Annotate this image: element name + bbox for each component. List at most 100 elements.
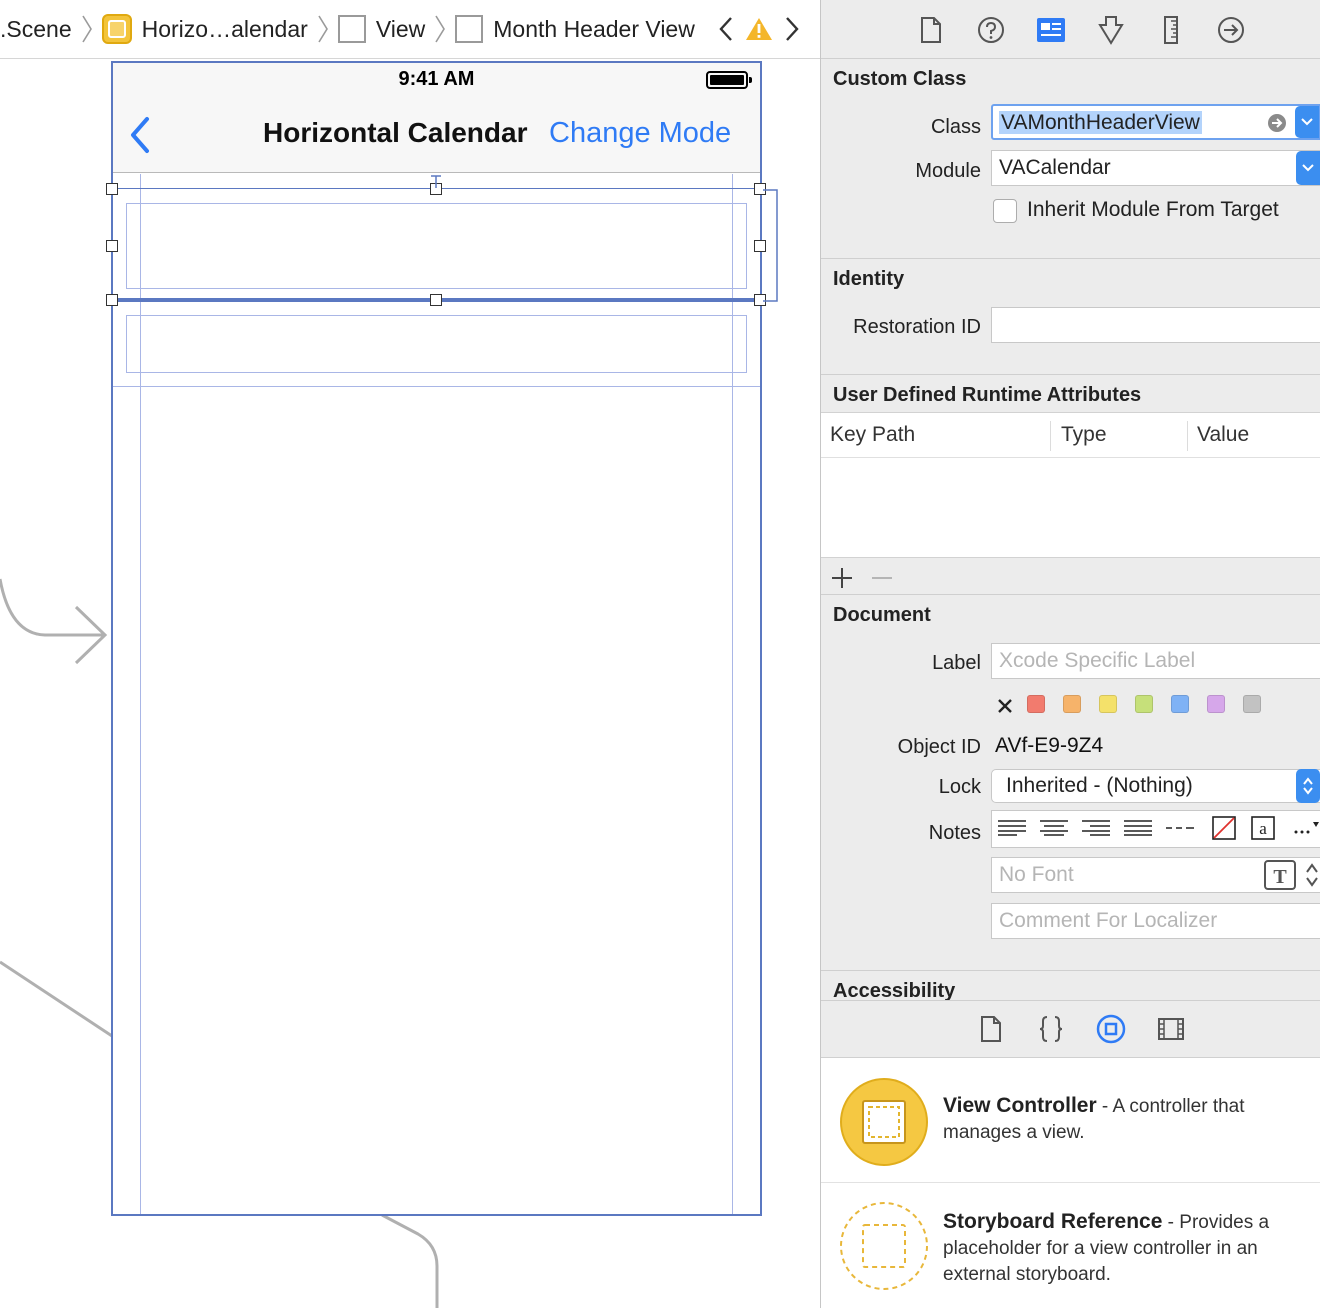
- view-icon: [337, 15, 366, 43]
- view-icon: [455, 15, 484, 43]
- more-options-icon[interactable]: [1289, 816, 1320, 840]
- label-color-blue[interactable]: [1171, 695, 1189, 713]
- font-picker-icon[interactable]: T: [1264, 860, 1296, 890]
- resize-handle[interactable]: [106, 183, 118, 195]
- svg-text:T: T: [1273, 866, 1287, 888]
- class-dropdown-button[interactable]: [1295, 106, 1319, 138]
- change-mode-button[interactable]: Change Mode: [549, 117, 731, 150]
- quick-help-icon[interactable]: [975, 14, 1007, 46]
- chevron-right-icon: [81, 15, 92, 43]
- restoration-id-field[interactable]: [991, 307, 1320, 343]
- top-constraint-indicator: [431, 175, 441, 188]
- device-frame[interactable]: 9:41 AM Horizontal Calendar Change Mode: [106, 61, 778, 1216]
- align-center-icon[interactable]: [1037, 816, 1071, 840]
- label-color-red[interactable]: [1027, 695, 1045, 713]
- identity-inspector-icon[interactable]: [1035, 14, 1067, 46]
- breadcrumb-label: .Scene: [0, 15, 72, 42]
- month-header-view-selection[interactable]: [112, 188, 761, 302]
- inherit-module-checkbox[interactable]: [993, 199, 1017, 223]
- svg-text:a: a: [1259, 819, 1267, 838]
- font-stepper-icon[interactable]: [1304, 860, 1320, 890]
- warning-icon[interactable]: [745, 16, 773, 42]
- comment-field[interactable]: Comment For Localizer: [991, 903, 1320, 939]
- align-natural-icon[interactable]: [1163, 816, 1197, 840]
- storyboard-reference-text: Storyboard Reference - Provides a placeh…: [943, 1209, 1315, 1288]
- navigation-bar[interactable]: Horizontal Calendar Change Mode: [113, 99, 760, 173]
- module-field[interactable]: VACalendar: [991, 150, 1320, 186]
- inspector-tab-bar: [821, 0, 1320, 59]
- column-divider: [1187, 421, 1188, 451]
- chevron-left-icon[interactable]: [717, 15, 735, 43]
- code-snippet-icon[interactable]: [1035, 1013, 1067, 1045]
- chevron-right-icon: [318, 15, 328, 43]
- restoration-id-label: Restoration ID: [853, 316, 981, 338]
- class-field[interactable]: VAMonthHeaderView: [991, 104, 1320, 140]
- up-down-arrows-icon: [1303, 777, 1313, 795]
- column-header-key-path[interactable]: Key Path: [830, 423, 915, 447]
- storyboard-canvas[interactable]: .Scene Horizo…alendar View Month Header …: [0, 0, 820, 1308]
- text-color-icon[interactable]: a: [1246, 816, 1280, 840]
- align-left-icon[interactable]: [995, 816, 1029, 840]
- add-attribute-icon[interactable]: [831, 567, 853, 589]
- library-item-name: Storyboard Reference: [943, 1210, 1163, 1233]
- clear-color-icon[interactable]: [996, 697, 1014, 715]
- object-id-value: AVf-E9-9Z4: [995, 734, 1104, 757]
- object-id-label: Object ID: [897, 736, 981, 758]
- column-header-type[interactable]: Type: [1061, 423, 1107, 447]
- nav-title: Horizontal Calendar: [263, 117, 528, 148]
- library-item-view-controller[interactable]: View Controller - A controller that mana…: [821, 1073, 1320, 1183]
- document-section: [821, 594, 1320, 595]
- class-value: VAMonthHeaderView: [999, 111, 1202, 134]
- label-color-gray[interactable]: [1243, 695, 1261, 713]
- breadcrumb-month-header-view[interactable]: Month Header View: [455, 0, 695, 58]
- resize-handle[interactable]: [106, 240, 118, 252]
- accessibility-section: [821, 970, 1320, 971]
- module-dropdown-button[interactable]: [1296, 151, 1320, 185]
- class-label: Class: [930, 116, 981, 138]
- document-label-label: Label: [932, 652, 981, 674]
- label-color-yellow[interactable]: [1099, 695, 1117, 713]
- resize-handle[interactable]: [106, 294, 118, 306]
- column-header-value[interactable]: Value: [1197, 423, 1249, 447]
- xcode-label-field[interactable]: Xcode Specific Label: [991, 643, 1320, 679]
- library-item-storyboard-reference[interactable]: Storyboard Reference - Provides a placeh…: [821, 1197, 1320, 1307]
- weekday-inner-outline: [126, 315, 747, 373]
- attributes-inspector-icon[interactable]: [1095, 14, 1127, 46]
- comment-placeholder: Comment For Localizer: [999, 909, 1218, 932]
- font-field[interactable]: No Font T: [991, 857, 1320, 893]
- lock-stepper-button[interactable]: [1296, 769, 1320, 803]
- label-color-green[interactable]: [1135, 695, 1153, 713]
- xcode-label-placeholder: Xcode Specific Label: [999, 649, 1196, 672]
- column-divider: [1050, 421, 1051, 451]
- jump-arrow-icon[interactable]: [1267, 113, 1287, 133]
- breadcrumb-scene[interactable]: .Scene: [0, 0, 72, 58]
- no-color-icon[interactable]: [1207, 816, 1241, 840]
- label-color-purple[interactable]: [1207, 695, 1225, 713]
- runtime-attributes-header: User Defined Runtime Attributes: [833, 384, 1142, 406]
- battery-icon: [706, 71, 752, 89]
- notes-label: Notes: [928, 822, 981, 844]
- view-controller-icon: [101, 14, 132, 44]
- breadcrumb-view[interactable]: View: [337, 0, 425, 58]
- remove-attribute-icon[interactable]: [871, 567, 893, 589]
- align-justify-icon[interactable]: [1121, 816, 1155, 840]
- module-label: Module: [915, 160, 981, 182]
- align-right-icon[interactable]: [1079, 816, 1113, 840]
- file-template-icon[interactable]: [975, 1013, 1007, 1045]
- height-constraint-indicator: [763, 189, 778, 302]
- object-library-icon[interactable]: [1095, 1013, 1127, 1045]
- label-color-orange[interactable]: [1063, 695, 1081, 713]
- status-time: 9:41 AM: [398, 68, 475, 90]
- file-inspector-icon[interactable]: [915, 14, 947, 46]
- chevron-right-icon[interactable]: [783, 15, 801, 43]
- media-library-icon[interactable]: [1155, 1013, 1187, 1045]
- resize-handle[interactable]: [430, 294, 442, 306]
- jump-bar: .Scene Horizo…alendar View Month Header …: [0, 0, 820, 59]
- module-value: VACalendar: [999, 156, 1111, 179]
- back-chevron-icon[interactable]: [125, 113, 155, 157]
- breadcrumb-view-controller[interactable]: Horizo…alendar: [101, 0, 308, 58]
- connections-inspector-icon[interactable]: [1215, 14, 1247, 46]
- size-inspector-icon[interactable]: [1155, 14, 1187, 46]
- lock-popup[interactable]: Inherited - (Nothing): [991, 769, 1320, 803]
- runtime-attributes-table[interactable]: Key Path Type Value: [821, 412, 1320, 558]
